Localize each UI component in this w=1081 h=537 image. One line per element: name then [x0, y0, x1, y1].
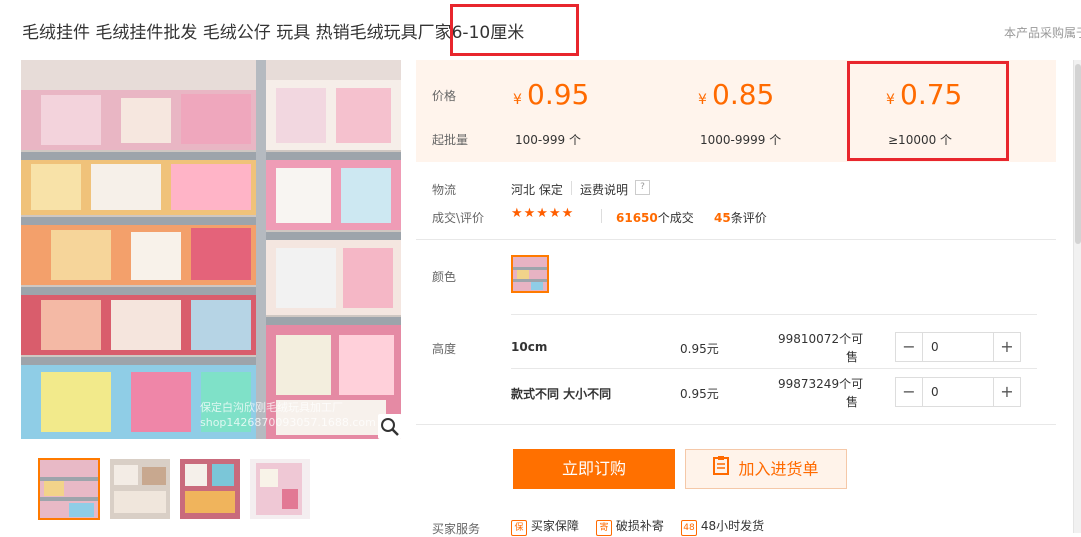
- rating-stars: ★★★★★: [511, 206, 575, 221]
- image-watermark: 保定白沟欣刚毛绒玩具加工厂 shop1426870093057.1688.com: [200, 400, 376, 430]
- divider: [511, 368, 1037, 369]
- moq-label: 起批量: [432, 133, 469, 147]
- services-label: 买家服务: [432, 522, 481, 536]
- deals-number: 61650: [616, 211, 658, 225]
- tier-price: 0.75: [900, 78, 963, 111]
- price-tier-3: ¥ 0.75: [886, 78, 962, 111]
- help-icon[interactable]: ?: [635, 180, 650, 195]
- scrollbar[interactable]: [1073, 60, 1081, 533]
- product-title: 毛绒挂件 毛绒挂件批发 毛绒公仔 玩具 热销毛绒玩具厂家6-10厘米: [22, 23, 525, 43]
- quantity-input[interactable]: 0: [922, 333, 994, 361]
- tier-range: 1000-9999 个: [700, 133, 782, 147]
- increment-button[interactable]: +: [994, 333, 1020, 361]
- reviews-count[interactable]: 45条评价: [714, 209, 767, 226]
- stock-line1: 99873249个可: [778, 377, 864, 391]
- tier-range: 100-999 个: [515, 133, 581, 147]
- title-highlight-box: [450, 4, 579, 56]
- freight-link[interactable]: 运费说明: [580, 181, 628, 198]
- sku-stock: 99873249个可 售: [778, 375, 863, 411]
- service-item: 保 买家保障: [511, 517, 579, 536]
- decrement-button[interactable]: −: [896, 333, 922, 361]
- stock-line2: 售: [846, 395, 859, 409]
- sku-price: 0.95元: [680, 342, 719, 356]
- separator: [601, 209, 602, 223]
- thumbnail-2[interactable]: [110, 459, 170, 519]
- sku-price: 0.95元: [680, 387, 719, 401]
- decrement-button[interactable]: −: [896, 378, 922, 406]
- add-to-list-button[interactable]: 加入进货单: [685, 449, 847, 489]
- service-item: 48 48小时发货: [681, 517, 764, 536]
- sku-name: 款式不同 大小不同: [511, 387, 612, 401]
- color-label: 颜色: [432, 270, 457, 284]
- clock-48-icon: 48: [681, 520, 697, 536]
- service-text: 破损补寄: [615, 519, 664, 533]
- stock-line1: 99810072个可: [778, 332, 864, 346]
- stock-line2: 售: [846, 350, 859, 364]
- tier-range: ≥10000 个: [888, 133, 953, 147]
- currency-symbol: ¥: [513, 92, 522, 108]
- quantity-stepper[interactable]: − 0 +: [895, 377, 1021, 407]
- origin-location: 河北 保定: [511, 183, 563, 197]
- deals-label: 成交\评价: [432, 211, 485, 225]
- reviews-suffix: 条评价: [730, 211, 767, 225]
- divider: [416, 424, 1056, 425]
- thumbnail-4[interactable]: [250, 459, 310, 519]
- sku-name: 10cm: [511, 340, 548, 354]
- service-text: 买家保障: [530, 519, 579, 533]
- divider: [416, 239, 1056, 240]
- service-text: 48小时发货: [700, 519, 765, 533]
- tier-price: 0.95: [527, 78, 590, 111]
- deals-count[interactable]: 61650个成交: [616, 209, 694, 226]
- color-swatch[interactable]: [511, 255, 549, 293]
- clipboard-icon: [713, 451, 730, 489]
- reviews-number: 45: [714, 211, 731, 225]
- zoom-icon[interactable]: [378, 414, 402, 439]
- service-item: 寄 破损补寄: [596, 517, 664, 536]
- purchase-note: 本产品采购属于: [1004, 26, 1081, 40]
- quantity-stepper[interactable]: − 0 +: [895, 332, 1021, 362]
- watermark-line1: 保定白沟欣刚毛绒玩具加工厂: [200, 401, 343, 414]
- logistics-label: 物流: [432, 183, 457, 197]
- currency-symbol: ¥: [698, 92, 707, 108]
- sku-stock: 99810072个可 售: [778, 330, 863, 366]
- currency-symbol: ¥: [886, 92, 895, 108]
- add-to-list-label: 加入进货单: [738, 459, 819, 479]
- price-tier-1: ¥ 0.95: [513, 78, 589, 111]
- product-photo: [21, 60, 401, 439]
- separator: [571, 181, 572, 195]
- deals-suffix: 个成交: [657, 211, 694, 225]
- height-label: 高度: [432, 342, 457, 356]
- buy-now-button[interactable]: 立即订购: [513, 449, 675, 489]
- package-icon: 寄: [596, 520, 612, 536]
- watermark-line2: shop1426870093057.1688.com: [200, 416, 376, 429]
- thumbnail-1[interactable]: [38, 458, 100, 520]
- main-product-image[interactable]: [21, 60, 401, 439]
- thumbnail-3[interactable]: [180, 459, 240, 519]
- price-tier-2: ¥ 0.85: [698, 78, 774, 111]
- price-label: 价格: [432, 89, 457, 103]
- quantity-input[interactable]: 0: [922, 378, 994, 406]
- divider: [511, 314, 1037, 315]
- tier-price: 0.85: [712, 78, 775, 111]
- increment-button[interactable]: +: [994, 378, 1020, 406]
- shield-icon: 保: [511, 520, 527, 536]
